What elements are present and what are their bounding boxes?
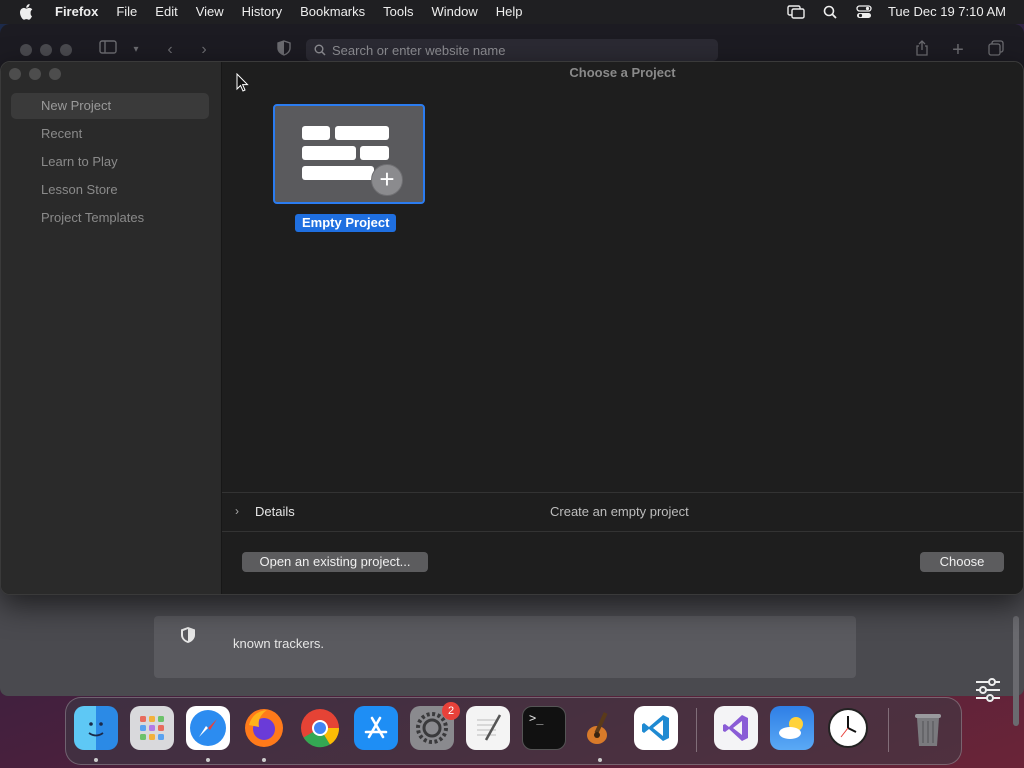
mouse-cursor	[236, 72, 250, 93]
menu-tools[interactable]: Tools	[374, 0, 422, 24]
sidebar-item-learn-to-play[interactable]: Learn to Play	[11, 149, 209, 175]
menu-help[interactable]: Help	[487, 0, 532, 24]
brick-shape	[302, 166, 374, 180]
menu-app-name[interactable]: Firefox	[46, 0, 107, 24]
brick-shape	[302, 126, 330, 140]
weather-icon[interactable]	[770, 706, 814, 750]
textedit-icon[interactable]	[466, 706, 510, 750]
back-arrow-icon[interactable]: ‹	[160, 40, 180, 60]
scrollbar[interactable]	[1013, 616, 1019, 726]
share-icon[interactable]	[912, 40, 932, 60]
sidebar-toggle-icon[interactable]	[98, 40, 118, 60]
tab-overview-icon[interactable]	[986, 40, 1006, 60]
url-placeholder: Search or enter website name	[332, 42, 506, 58]
menu-window[interactable]: Window	[423, 0, 487, 24]
search-icon	[314, 44, 326, 56]
menu-history[interactable]: History	[233, 0, 291, 24]
spotlight-search-icon[interactable]	[820, 4, 840, 20]
apple-menu-icon[interactable]	[14, 0, 38, 24]
close-window-button[interactable]	[20, 44, 32, 56]
dialog-close-button[interactable]	[9, 68, 21, 80]
chrome-icon[interactable]	[298, 706, 342, 750]
brick-shape	[360, 146, 389, 160]
menu-file[interactable]: File	[107, 0, 146, 24]
menu-view[interactable]: View	[187, 0, 233, 24]
menu-bar: Firefox File Edit View History Bookmarks…	[0, 0, 1024, 24]
firefox-icon[interactable]	[242, 706, 286, 750]
choose-button[interactable]: Choose	[920, 552, 1004, 572]
add-icon: +	[371, 164, 403, 196]
terminal-icon[interactable]: >_	[522, 706, 566, 750]
sidebar-item-project-templates[interactable]: Project Templates	[11, 205, 209, 231]
chevron-down-icon[interactable]: ▾	[126, 40, 146, 60]
menu-clock[interactable]: Tue Dec 19 7:10 AM	[888, 0, 1006, 24]
menu-edit[interactable]: Edit	[146, 0, 186, 24]
finder-icon[interactable]	[74, 706, 118, 750]
dialog-minimize-button[interactable]	[29, 68, 41, 80]
dialog-main: Choose a Project + Empty Project › Detai…	[222, 62, 1023, 594]
details-section: › Details Create an empty project	[222, 492, 1023, 532]
minimize-window-button[interactable]	[40, 44, 52, 56]
forward-arrow-icon[interactable]: ›	[194, 40, 214, 60]
dialog-title: Choose a Project	[569, 65, 676, 80]
notification-badge: 2	[442, 702, 460, 720]
open-existing-project-button[interactable]: Open an existing project...	[242, 552, 428, 572]
choose-project-dialog: New Project Recent Learn to Play Lesson …	[0, 61, 1024, 595]
dialog-zoom-button[interactable]	[49, 68, 61, 80]
tracker-text: known trackers.	[233, 636, 325, 651]
privacy-shield-icon[interactable]	[274, 40, 294, 60]
safari-icon[interactable]	[186, 706, 230, 750]
launchpad-icon[interactable]	[130, 706, 174, 750]
details-description: Create an empty project	[550, 504, 689, 519]
visual-studio-icon[interactable]	[714, 706, 758, 750]
dock: 2 >_	[65, 697, 962, 765]
sidebar-item-lesson-store[interactable]: Lesson Store	[11, 177, 209, 203]
control-center-icon[interactable]	[854, 4, 874, 20]
dialog-sidebar: New Project Recent Learn to Play Lesson …	[1, 62, 222, 594]
zoom-window-button[interactable]	[60, 44, 72, 56]
sidebar-item-recent[interactable]: Recent	[11, 121, 209, 147]
brick-shape	[302, 146, 356, 160]
screen-mirroring-icon[interactable]	[786, 4, 806, 20]
brick-shape	[335, 126, 389, 140]
customize-settings-icon[interactable]	[974, 676, 1002, 704]
sidebar-item-new-project[interactable]: New Project	[11, 93, 209, 119]
shield-icon	[179, 626, 197, 644]
empty-project-label[interactable]: Empty Project	[295, 214, 397, 232]
chevron-right-icon[interactable]: ›	[235, 504, 239, 518]
garageband-icon[interactable]	[578, 706, 622, 750]
tracker-protection-card: known trackers.	[154, 616, 856, 678]
details-label[interactable]: Details	[255, 504, 295, 519]
new-tab-icon[interactable]: +	[948, 40, 968, 60]
url-bar[interactable]: Search or enter website name	[306, 39, 718, 61]
vscode-icon[interactable]	[634, 706, 678, 750]
menu-bookmarks[interactable]: Bookmarks	[291, 0, 374, 24]
app-store-icon[interactable]	[354, 706, 398, 750]
empty-project-tile[interactable]: +	[273, 104, 425, 204]
clock-icon[interactable]	[826, 706, 870, 750]
trash-icon[interactable]	[906, 706, 950, 750]
